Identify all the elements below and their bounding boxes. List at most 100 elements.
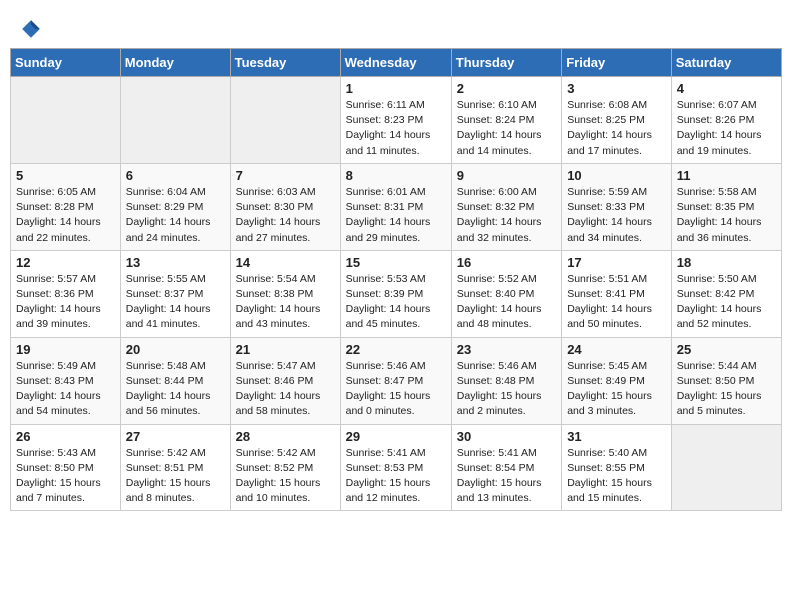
- calendar-cell: 13 Sunrise: 5:55 AM Sunset: 8:37 PM Dayli…: [120, 250, 230, 337]
- calendar-cell: 14 Sunrise: 5:54 AM Sunset: 8:38 PM Dayli…: [230, 250, 340, 337]
- day-number: 11: [677, 168, 776, 183]
- day-number: 16: [457, 255, 556, 270]
- day-number: 24: [567, 342, 666, 357]
- day-number: 2: [457, 81, 556, 96]
- calendar-cell: 16 Sunrise: 5:52 AM Sunset: 8:40 PM Dayli…: [451, 250, 561, 337]
- day-info: Sunrise: 5:42 AM Sunset: 8:51 PM Dayligh…: [126, 446, 225, 507]
- day-number: 3: [567, 81, 666, 96]
- day-info: Sunrise: 5:43 AM Sunset: 8:50 PM Dayligh…: [16, 446, 115, 507]
- calendar-cell: 28 Sunrise: 5:42 AM Sunset: 8:52 PM Dayli…: [230, 424, 340, 511]
- calendar-cell: 8Sunrise: 6:01 AM Sunset: 8:31 PM Daylig…: [340, 163, 451, 250]
- day-info: Sunrise: 5:44 AM Sunset: 8:50 PM Dayligh…: [677, 359, 776, 420]
- day-info: Sunrise: 5:49 AM Sunset: 8:43 PM Dayligh…: [16, 359, 115, 420]
- calendar-cell: 6 Sunrise: 6:04 AM Sunset: 8:29 PM Daylig…: [120, 163, 230, 250]
- calendar-cell: 10 Sunrise: 5:59 AM Sunset: 8:33 PM Dayli…: [562, 163, 672, 250]
- calendar-cell: [671, 424, 781, 511]
- calendar-cell: 1 Sunrise: 6:11 AM Sunset: 8:23 PM Daylig…: [340, 77, 451, 164]
- day-info: Sunrise: 5:50 AM Sunset: 8:42 PM Dayligh…: [677, 272, 776, 333]
- calendar-cell: 29Sunrise: 5:41 AM Sunset: 8:53 PM Dayli…: [340, 424, 451, 511]
- calendar-cell: 30 Sunrise: 5:41 AM Sunset: 8:54 PM Dayli…: [451, 424, 561, 511]
- day-number: 14: [236, 255, 335, 270]
- day-info: Sunrise: 6:01 AM Sunset: 8:31 PM Dayligh…: [346, 185, 446, 246]
- calendar-cell: 25 Sunrise: 5:44 AM Sunset: 8:50 PM Dayli…: [671, 337, 781, 424]
- day-info: Sunrise: 5:52 AM Sunset: 8:40 PM Dayligh…: [457, 272, 556, 333]
- calendar-cell: 27 Sunrise: 5:42 AM Sunset: 8:51 PM Dayli…: [120, 424, 230, 511]
- day-info: Sunrise: 5:51 AM Sunset: 8:41 PM Dayligh…: [567, 272, 666, 333]
- calendar-cell: 4 Sunrise: 6:07 AM Sunset: 8:26 PM Daylig…: [671, 77, 781, 164]
- page-header: [10, 10, 782, 44]
- calendar-cell: 20 Sunrise: 5:48 AM Sunset: 8:44 PM Dayli…: [120, 337, 230, 424]
- day-number: 1: [346, 81, 446, 96]
- day-info: Sunrise: 5:41 AM Sunset: 8:54 PM Dayligh…: [457, 446, 556, 507]
- calendar-cell: [11, 77, 121, 164]
- day-info: Sunrise: 5:45 AM Sunset: 8:49 PM Dayligh…: [567, 359, 666, 420]
- calendar-cell: [120, 77, 230, 164]
- day-number: 27: [126, 429, 225, 444]
- weekday-header-thursday: Thursday: [451, 49, 561, 77]
- day-number: 19: [16, 342, 115, 357]
- day-info: Sunrise: 5:59 AM Sunset: 8:33 PM Dayligh…: [567, 185, 666, 246]
- day-number: 12: [16, 255, 115, 270]
- calendar-cell: 26Sunrise: 5:43 AM Sunset: 8:50 PM Dayli…: [11, 424, 121, 511]
- day-info: Sunrise: 6:03 AM Sunset: 8:30 PM Dayligh…: [236, 185, 335, 246]
- weekday-header-friday: Friday: [562, 49, 672, 77]
- day-info: Sunrise: 5:42 AM Sunset: 8:52 PM Dayligh…: [236, 446, 335, 507]
- calendar-cell: [230, 77, 340, 164]
- day-info: Sunrise: 6:00 AM Sunset: 8:32 PM Dayligh…: [457, 185, 556, 246]
- calendar-cell: 9 Sunrise: 6:00 AM Sunset: 8:32 PM Daylig…: [451, 163, 561, 250]
- day-info: Sunrise: 5:46 AM Sunset: 8:48 PM Dayligh…: [457, 359, 556, 420]
- calendar-cell: 24 Sunrise: 5:45 AM Sunset: 8:49 PM Dayli…: [562, 337, 672, 424]
- weekday-header-tuesday: Tuesday: [230, 49, 340, 77]
- day-number: 29: [346, 429, 446, 444]
- weekday-header-monday: Monday: [120, 49, 230, 77]
- day-number: 21: [236, 342, 335, 357]
- day-number: 10: [567, 168, 666, 183]
- day-info: Sunrise: 6:04 AM Sunset: 8:29 PM Dayligh…: [126, 185, 225, 246]
- calendar-cell: 2 Sunrise: 6:10 AM Sunset: 8:24 PM Daylig…: [451, 77, 561, 164]
- day-number: 4: [677, 81, 776, 96]
- day-info: Sunrise: 5:54 AM Sunset: 8:38 PM Dayligh…: [236, 272, 335, 333]
- calendar-cell: 12Sunrise: 5:57 AM Sunset: 8:36 PM Dayli…: [11, 250, 121, 337]
- calendar-cell: 22Sunrise: 5:46 AM Sunset: 8:47 PM Dayli…: [340, 337, 451, 424]
- logo-icon: [20, 18, 42, 40]
- day-info: Sunrise: 5:40 AM Sunset: 8:55 PM Dayligh…: [567, 446, 666, 507]
- day-info: Sunrise: 5:55 AM Sunset: 8:37 PM Dayligh…: [126, 272, 225, 333]
- calendar-cell: 19 Sunrise: 5:49 AM Sunset: 8:43 PM Dayli…: [11, 337, 121, 424]
- calendar-cell: 3 Sunrise: 6:08 AM Sunset: 8:25 PM Daylig…: [562, 77, 672, 164]
- day-number: 6: [126, 168, 225, 183]
- day-number: 17: [567, 255, 666, 270]
- day-number: 20: [126, 342, 225, 357]
- weekday-header-sunday: Sunday: [11, 49, 121, 77]
- day-info: Sunrise: 6:11 AM Sunset: 8:23 PM Dayligh…: [346, 98, 446, 159]
- day-number: 30: [457, 429, 556, 444]
- day-number: 22: [346, 342, 446, 357]
- day-info: Sunrise: 5:53 AM Sunset: 8:39 PM Dayligh…: [346, 272, 446, 333]
- calendar-cell: 23 Sunrise: 5:46 AM Sunset: 8:48 PM Dayli…: [451, 337, 561, 424]
- calendar-cell: 21 Sunrise: 5:47 AM Sunset: 8:46 PM Dayli…: [230, 337, 340, 424]
- day-number: 31: [567, 429, 666, 444]
- calendar-cell: 18Sunrise: 5:50 AM Sunset: 8:42 PM Dayli…: [671, 250, 781, 337]
- day-number: 7: [236, 168, 335, 183]
- day-info: Sunrise: 6:07 AM Sunset: 8:26 PM Dayligh…: [677, 98, 776, 159]
- day-info: Sunrise: 6:10 AM Sunset: 8:24 PM Dayligh…: [457, 98, 556, 159]
- calendar-cell: 17 Sunrise: 5:51 AM Sunset: 8:41 PM Dayli…: [562, 250, 672, 337]
- calendar-cell: 5 Sunrise: 6:05 AM Sunset: 8:28 PM Daylig…: [11, 163, 121, 250]
- day-info: Sunrise: 5:48 AM Sunset: 8:44 PM Dayligh…: [126, 359, 225, 420]
- day-number: 23: [457, 342, 556, 357]
- day-info: Sunrise: 6:05 AM Sunset: 8:28 PM Dayligh…: [16, 185, 115, 246]
- calendar-cell: 31 Sunrise: 5:40 AM Sunset: 8:55 PM Dayli…: [562, 424, 672, 511]
- weekday-header-wednesday: Wednesday: [340, 49, 451, 77]
- day-number: 28: [236, 429, 335, 444]
- day-number: 5: [16, 168, 115, 183]
- day-number: 15: [346, 255, 446, 270]
- calendar-cell: 7 Sunrise: 6:03 AM Sunset: 8:30 PM Daylig…: [230, 163, 340, 250]
- day-number: 13: [126, 255, 225, 270]
- day-info: Sunrise: 5:58 AM Sunset: 8:35 PM Dayligh…: [677, 185, 776, 246]
- calendar-cell: 11 Sunrise: 5:58 AM Sunset: 8:35 PM Dayli…: [671, 163, 781, 250]
- day-info: Sunrise: 5:47 AM Sunset: 8:46 PM Dayligh…: [236, 359, 335, 420]
- day-info: Sunrise: 6:08 AM Sunset: 8:25 PM Dayligh…: [567, 98, 666, 159]
- day-number: 9: [457, 168, 556, 183]
- logo: [20, 18, 46, 40]
- day-number: 25: [677, 342, 776, 357]
- weekday-header-saturday: Saturday: [671, 49, 781, 77]
